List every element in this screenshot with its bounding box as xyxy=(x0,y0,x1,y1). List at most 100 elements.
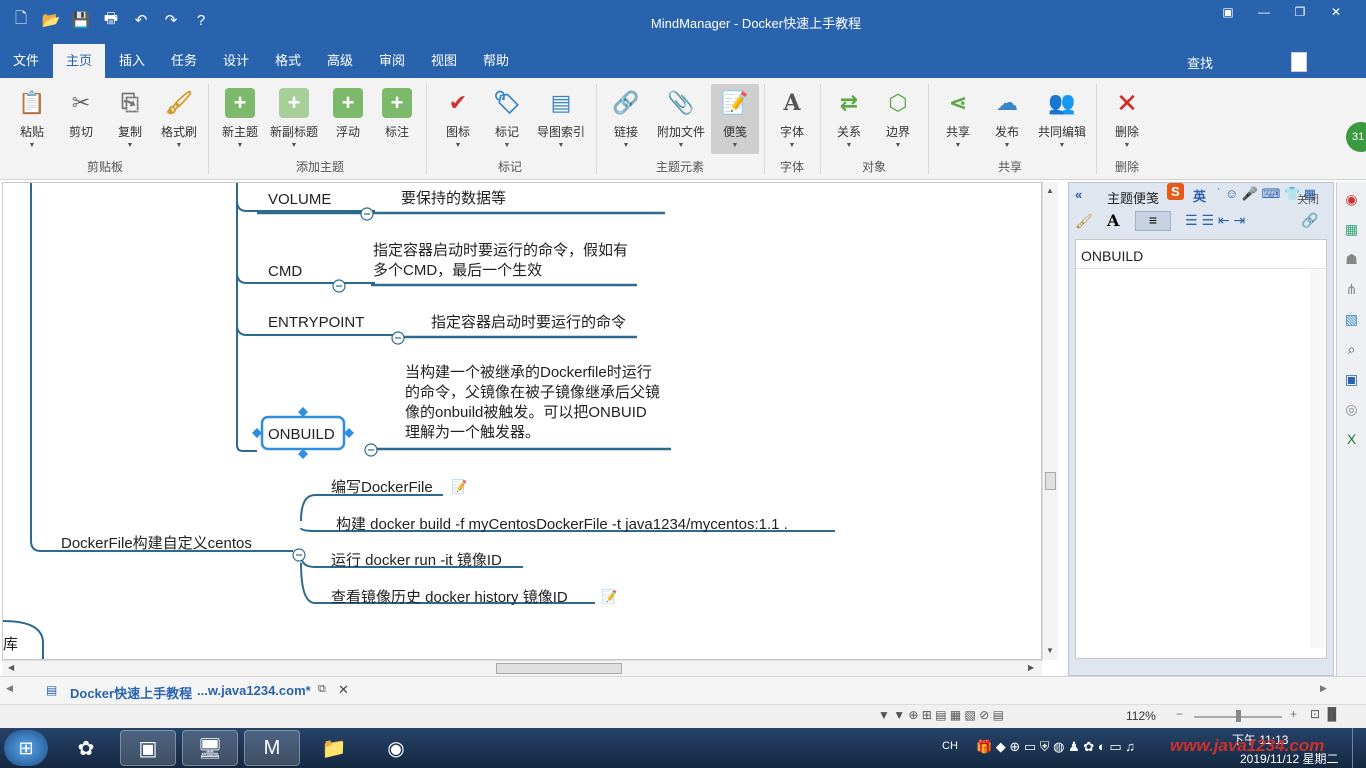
taskbar-app-chrome-icon[interactable]: ◉ xyxy=(368,730,424,766)
zoom-out-icon[interactable]: − xyxy=(1176,707,1183,721)
format-painter-button[interactable]: 🖌 格式刷 ▼ xyxy=(151,84,207,154)
floating-topic-button[interactable]: + 浮动 xyxy=(320,84,376,154)
map-index-button[interactable]: ▤ 导图索引 ▼ xyxy=(533,84,589,154)
horizontal-scrollbar[interactable]: ◀ ▶ xyxy=(2,660,1042,676)
mind-map-canvas[interactable]: VOLUME 要保持的数据等 CMD 指定容器启动时要运行的命令，假如有 多个C… xyxy=(2,182,1042,660)
notes-button[interactable]: 📝 便笺 ▼ xyxy=(711,84,759,154)
note-indicator-icon[interactable]: 📝 xyxy=(451,479,467,494)
topic-cmd[interactable]: CMD xyxy=(268,263,302,280)
topic-docker-run[interactable]: 运行 docker run -it 镜像ID xyxy=(331,549,502,570)
doc-tab-active[interactable]: Docker快速上手教程 xyxy=(70,683,192,702)
tab-home[interactable]: 主页 xyxy=(53,44,106,78)
paste-button[interactable]: 📋 粘贴 ▼ xyxy=(4,84,60,154)
topic-entrypoint[interactable]: ENTRYPOINT xyxy=(268,314,364,331)
tab-help[interactable]: 帮助 xyxy=(470,44,522,78)
icons-button[interactable]: ✔ 图标 ▼ xyxy=(430,84,486,154)
topic-write-dockerfile[interactable]: 编写DockerFile xyxy=(331,476,433,497)
tab-review[interactable]: 审阅 xyxy=(366,44,418,78)
taskbar-app-picasa-icon[interactable]: ✿ xyxy=(58,730,114,766)
filter-icons[interactable]: ▼ ▼ ⊕ ⊞ ▤ ▦ ▧ ⊘ ▤ xyxy=(878,708,1004,722)
tab-view[interactable]: 视图 xyxy=(418,44,470,78)
pin-icon[interactable]: ⧉ xyxy=(318,683,326,696)
taskbar-app-explorer-icon[interactable]: ▣ xyxy=(120,730,176,766)
close-tab-icon[interactable]: ✕ xyxy=(338,682,349,698)
topic-volume[interactable]: VOLUME xyxy=(268,191,331,208)
pane-library-icon[interactable]: ▧ xyxy=(1341,308,1363,330)
panel-close-button[interactable]: 关闭 xyxy=(1297,191,1319,207)
fit-map-icon[interactable]: ⊡ ▐▌ xyxy=(1310,707,1340,721)
scroll-down-icon[interactable]: ▼ xyxy=(1046,646,1054,655)
font-icon[interactable]: A xyxy=(1107,211,1119,230)
topic-docker-history[interactable]: 查看镜像历史 docker history 镜像ID xyxy=(331,586,568,607)
new-topic-button[interactable]: + 新主题 ▼ xyxy=(212,84,268,154)
tab-advanced[interactable]: 高级 xyxy=(314,44,366,78)
pane-overview-icon[interactable]: ▣ xyxy=(1341,368,1363,390)
notes-editor-content[interactable]: ONBUILD xyxy=(1081,248,1143,264)
pane-excel-icon[interactable]: X xyxy=(1341,428,1363,450)
find-label[interactable]: 查找 xyxy=(1187,53,1213,72)
doc-tab-url[interactable]: ...w.java1234.com* xyxy=(197,683,311,698)
font-button[interactable]: A 字体 ▼ xyxy=(764,84,820,154)
close-button[interactable]: ✕ xyxy=(1320,2,1352,22)
show-desktop-button[interactable] xyxy=(1352,728,1366,768)
notes-scrollbar[interactable] xyxy=(1310,270,1324,648)
cut-button[interactable]: ✂ 剪切 xyxy=(53,84,109,154)
topic-partial[interactable]: 库 xyxy=(3,633,18,654)
find-dropdown[interactable] xyxy=(1291,52,1307,72)
hscroll-thumb[interactable] xyxy=(496,663,622,674)
boundary-button[interactable]: ⬡ 边界 ▼ xyxy=(870,84,926,154)
topic-docker-build[interactable]: 构建 docker build -f myCentosDockerFile -t… xyxy=(336,513,788,534)
zoom-level[interactable]: 112% xyxy=(1126,709,1156,723)
pane-browser-icon[interactable]: ◎ xyxy=(1341,398,1363,420)
format-brush-icon[interactable]: 🖌 xyxy=(1075,213,1093,230)
pane-search-icon[interactable]: ⌕ xyxy=(1341,338,1363,360)
tray-icons[interactable]: 🎁 ◆ ⊕ ▭ ⛨ ◍ ♟ ✿ ◐ ▭ ♫ xyxy=(976,739,1135,755)
pane-icons-icon[interactable]: ◉ xyxy=(1341,188,1363,210)
pane-map-parts-icon[interactable]: ⋔ xyxy=(1341,278,1363,300)
tab-format[interactable]: 格式 xyxy=(262,44,314,78)
copy-button[interactable]: ⎘ 复制 ▼ xyxy=(102,84,158,154)
vertical-scrollbar[interactable]: ▲ ▼ xyxy=(1042,182,1058,660)
zoom-slider-thumb[interactable] xyxy=(1236,710,1241,722)
input-language[interactable]: CH xyxy=(942,740,958,752)
tabs-left-icon[interactable]: ◀ xyxy=(6,683,13,694)
link-button[interactable]: 🔗 链接 ▼ xyxy=(598,84,654,154)
scroll-up-icon[interactable]: ▲ xyxy=(1046,186,1054,195)
scroll-right-icon[interactable]: ▶ xyxy=(1028,663,1034,672)
tabs-right-icon[interactable]: ▶ xyxy=(1320,683,1327,694)
pane-resources-icon[interactable]: ☗ xyxy=(1341,248,1363,270)
list-icons[interactable]: ☰ ☰ ⇤ ⇥ xyxy=(1185,212,1245,229)
hyperlink-icon[interactable]: 🔗 xyxy=(1301,212,1318,229)
tags-button[interactable]: 🏷 标记 ▼ xyxy=(479,84,535,154)
pane-calendar-icon[interactable]: ▦ xyxy=(1341,218,1363,240)
align-left-icon[interactable]: ≡ xyxy=(1135,211,1171,231)
note-indicator-icon[interactable]: 📝 xyxy=(601,589,617,604)
new-subtopic-button[interactable]: + 新副标题 ▼ xyxy=(266,84,322,154)
vscroll-thumb[interactable] xyxy=(1045,472,1056,490)
share-button[interactable]: ⋖ 共享 ▼ xyxy=(930,84,986,154)
restore-button[interactable]: ❐ xyxy=(1284,2,1316,22)
topic-dockerfile-centos[interactable]: DockerFile构建自定义centos xyxy=(61,532,252,553)
scroll-left-icon[interactable]: ◀ xyxy=(8,663,14,672)
tab-task[interactable]: 任务 xyxy=(158,44,210,78)
notes-editor[interactable]: ONBUILD xyxy=(1075,239,1327,659)
publish-button[interactable]: ☁ 发布 ▼ xyxy=(979,84,1035,154)
tab-file[interactable]: 文件 xyxy=(0,44,52,78)
co-edit-button[interactable]: 👥 共同编辑 ▼ xyxy=(1034,84,1090,154)
taskbar-app-remote-desktop-icon[interactable]: 🖥 xyxy=(182,730,238,766)
ribbon-display-icon[interactable]: ▣ xyxy=(1212,2,1244,22)
zoom-in-icon[interactable]: + xyxy=(1290,707,1297,721)
minimize-button[interactable]: — xyxy=(1248,2,1280,22)
delete-button[interactable]: ✕ 删除 ▼ xyxy=(1099,84,1155,154)
callout-button[interactable]: + 标注 xyxy=(369,84,425,154)
collapse-panel-icon[interactable]: « xyxy=(1075,187,1082,202)
relationship-button[interactable]: ⇄ 关系 ▼ xyxy=(821,84,877,154)
attach-file-button[interactable]: 📎 附加文件 ▼ xyxy=(653,84,709,154)
topic-onbuild[interactable]: ONBUILD xyxy=(268,426,335,443)
taskbar-app-folder-icon[interactable]: 📁 xyxy=(306,730,362,766)
tab-design[interactable]: 设计 xyxy=(210,44,262,78)
tab-insert[interactable]: 插入 xyxy=(106,44,158,78)
ime-lang[interactable]: 英 xyxy=(1193,186,1206,205)
taskbar-app-mindmanager-icon[interactable]: M xyxy=(244,730,300,766)
start-button[interactable]: ⊞ xyxy=(4,730,48,766)
